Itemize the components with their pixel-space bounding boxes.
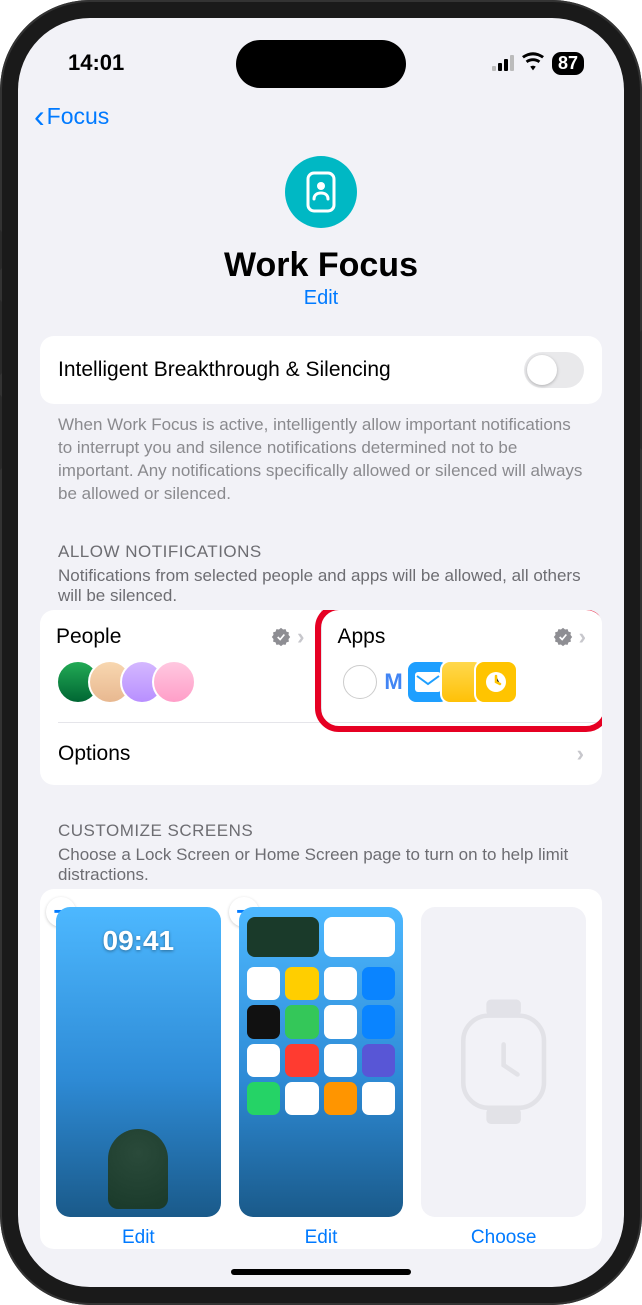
focus-title: Work Focus — [40, 246, 602, 285]
clock-icon — [474, 660, 518, 704]
cellular-icon — [492, 55, 514, 71]
watch-face-slot[interactable]: Choose — [421, 907, 586, 1250]
home-screen-slot[interactable]: − Edit — [239, 907, 404, 1250]
work-focus-icon — [285, 156, 357, 228]
chevron-left-icon: ‹ — [34, 100, 45, 132]
home-screen-preview — [239, 907, 404, 1218]
verified-icon — [271, 627, 291, 647]
people-label: People — [56, 625, 121, 649]
status-time: 14:01 — [68, 50, 124, 76]
watch-face-preview — [421, 907, 586, 1218]
allow-card: People › — [40, 610, 602, 785]
dynamic-island — [236, 40, 406, 88]
volume-up-button — [0, 300, 2, 375]
slot-edit-label[interactable]: Edit — [239, 1217, 404, 1249]
options-row[interactable]: Options › — [40, 723, 602, 785]
chevron-right-icon: › — [579, 624, 586, 650]
nav-bar: ‹ Focus — [18, 88, 624, 144]
iphone-frame: 14:01 87 ‹ Focus Work Focus Edit — [0, 0, 642, 1305]
people-avatars — [56, 660, 305, 704]
screens-card: − 09:41 Edit − — [40, 889, 602, 1250]
avatar — [152, 660, 196, 704]
people-pane[interactable]: People › — [40, 610, 321, 722]
silent-switch — [0, 230, 2, 270]
options-label: Options — [58, 742, 130, 766]
lock-screen-slot[interactable]: − 09:41 Edit — [56, 907, 221, 1250]
chevron-right-icon: › — [577, 741, 584, 767]
back-button[interactable]: ‹ Focus — [34, 100, 109, 132]
slot-edit-label[interactable]: Edit — [56, 1217, 221, 1249]
apps-label: Apps — [338, 625, 386, 649]
intelligent-label: Intelligent Breakthrough & Silencing — [58, 358, 391, 382]
apps-icons: M — [338, 660, 587, 704]
home-indicator[interactable] — [231, 1269, 411, 1275]
watch-outline-icon — [446, 953, 561, 1170]
allow-section-header: ALLOW NOTIFICATIONS Notifications from s… — [40, 506, 602, 610]
intelligent-footer: When Work Focus is active, intelligently… — [40, 404, 602, 506]
back-label: Focus — [47, 103, 110, 130]
intelligent-card: Intelligent Breakthrough & Silencing — [40, 336, 602, 404]
edit-name-button[interactable]: Edit — [40, 287, 602, 310]
lock-screen-preview: 09:41 — [56, 907, 221, 1218]
intelligent-toggle[interactable] — [524, 352, 584, 388]
customize-section-header: CUSTOMIZE SCREENS Choose a Lock Screen o… — [40, 785, 602, 889]
slot-choose-label[interactable]: Choose — [421, 1217, 586, 1249]
wifi-icon — [522, 52, 544, 74]
apps-pane[interactable]: Apps › M — [321, 610, 603, 722]
focus-hero: Work Focus Edit — [40, 144, 602, 336]
battery-indicator: 87 — [552, 52, 584, 75]
verified-icon — [553, 627, 573, 647]
volume-down-button — [0, 395, 2, 470]
screen: 14:01 87 ‹ Focus Work Focus Edit — [18, 18, 624, 1287]
chevron-right-icon: › — [297, 624, 304, 650]
